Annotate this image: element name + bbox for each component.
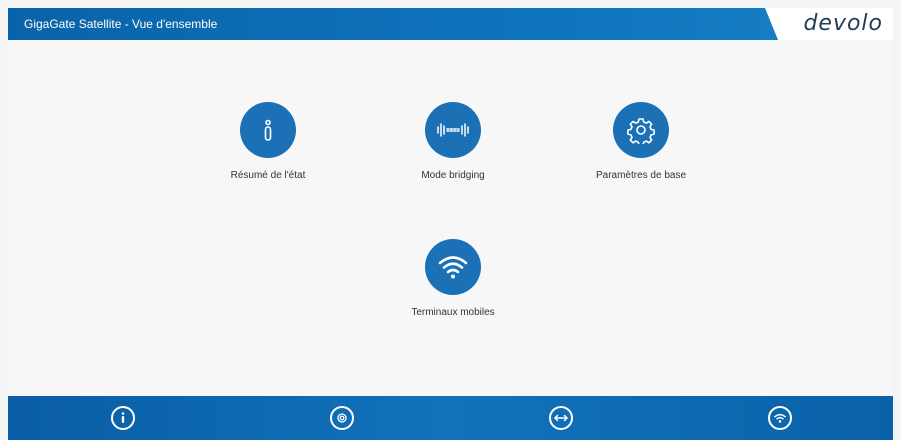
info-icon — [121, 412, 125, 423]
gear-icon — [337, 413, 347, 423]
footer-nav — [8, 396, 893, 440]
tile-bridging-mode[interactable]: Mode bridging — [373, 102, 533, 212]
tile-basic-settings[interactable]: Paramètres de base — [561, 102, 721, 212]
tile-label: Paramètres de base — [595, 170, 687, 181]
tile-label: Résumé de l'état — [230, 170, 306, 181]
gear-icon — [627, 118, 655, 144]
mobile-devices-circle — [425, 239, 481, 295]
app-window: GigaGate Satellite - Vue d'ensemble devo… — [0, 0, 901, 440]
status-summary-circle — [240, 102, 296, 158]
overview-content: Résumé de l'état Mode bridging Paramètre… — [8, 40, 893, 396]
tile-label: Terminaux mobiles — [411, 307, 495, 318]
page-title: GigaGate Satellite - Vue d'ensemble — [24, 17, 218, 31]
footer-wifi-button[interactable] — [768, 406, 792, 430]
bridging-icon — [554, 414, 568, 422]
info-icon — [264, 119, 272, 141]
brand-logo: devolo — [803, 11, 883, 36]
tile-label: Mode bridging — [421, 170, 485, 181]
header: GigaGate Satellite - Vue d'ensemble devo… — [8, 8, 893, 40]
footer-info-button[interactable] — [111, 406, 135, 430]
footer-settings-button[interactable] — [330, 406, 354, 430]
wifi-icon — [774, 413, 786, 423]
basic-settings-circle — [613, 102, 669, 158]
tile-mobile-devices[interactable]: Terminaux mobiles — [373, 239, 533, 349]
footer-bridging-button[interactable] — [549, 406, 573, 430]
bridging-mode-circle — [425, 102, 481, 158]
tile-status-summary[interactable]: Résumé de l'état — [188, 102, 348, 212]
bridging-icon — [437, 123, 469, 137]
wifi-icon — [438, 256, 468, 279]
